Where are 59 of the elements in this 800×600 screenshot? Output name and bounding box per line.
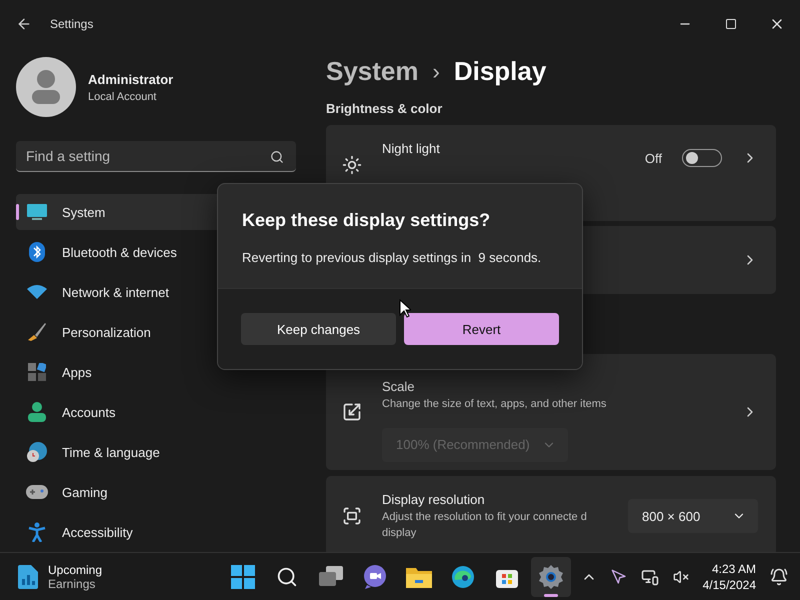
folder-icon[interactable] — [406, 566, 432, 588]
card-title: Scale — [382, 378, 416, 394]
search-icon[interactable] — [276, 566, 298, 588]
clock-date[interactable]: 4/15/2024 — [702, 578, 756, 592]
breadcrumb-parent[interactable]: System — [326, 56, 418, 87]
brightness-icon — [342, 155, 362, 175]
card-description: Adjust the resolution to fit your connecte d display — [382, 510, 588, 540]
toggle-switch[interactable] — [682, 149, 722, 167]
gamepad-icon — [26, 485, 48, 499]
task-view-icon[interactable] — [318, 566, 344, 588]
resolution-dropdown[interactable]: 800 × 600 — [628, 499, 758, 533]
taskbar-app[interactable] — [531, 556, 571, 596]
chart-widget-icon[interactable] — [18, 564, 38, 588]
person-icon — [28, 402, 46, 422]
sidebar-item[interactable]: Apps — [16, 354, 296, 390]
resolution-icon — [342, 506, 362, 526]
bluetooth-icon — [29, 242, 45, 262]
sidebar-item[interactable]: Gaming — [16, 474, 296, 510]
back-icon[interactable] — [16, 16, 32, 32]
search-field[interactable]: Find a setting — [16, 141, 296, 172]
section-heading: Brightness & color — [326, 101, 444, 116]
account-name: Administrator — [88, 72, 174, 86]
paintbrush-icon — [27, 322, 47, 342]
widget-subtitle[interactable]: Earnings — [48, 576, 102, 590]
location-icon[interactable] — [610, 568, 627, 584]
secondary-button[interactable]: Keep changes — [241, 313, 396, 345]
avatar-icon — [16, 57, 76, 117]
window-title: Settings — [50, 17, 94, 31]
clock-time[interactable]: 4:23 AM — [712, 562, 756, 576]
primary-button[interactable]: Revert — [404, 313, 559, 345]
scale-icon — [342, 402, 362, 422]
mute-icon[interactable] — [672, 568, 689, 584]
dialog-message: Reverting to previous display settings in 9 seconds. — [242, 249, 542, 267]
wifi-icon — [27, 284, 47, 300]
cursor-icon — [399, 299, 411, 318]
card-description: Change the size of text, apps, and other items — [382, 396, 608, 412]
sidebar-item[interactable]: Accessibility — [16, 514, 296, 550]
toggle-state-label: Off — [644, 150, 662, 166]
video-chat-icon[interactable] — [363, 564, 387, 588]
account-type: Local Account — [88, 90, 158, 102]
sidebar-item[interactable]: Time & language — [16, 434, 296, 470]
network-icon[interactable] — [640, 568, 659, 586]
globe-clock-icon — [27, 442, 47, 462]
widget-title[interactable]: Upcoming — [48, 562, 102, 576]
page-title: Display — [454, 56, 546, 87]
maximize-icon — [725, 18, 737, 30]
windows-logo-icon[interactable] — [231, 564, 255, 588]
sidebar-item[interactable]: Network & internet — [16, 274, 296, 310]
card-title: Display resolution — [382, 492, 486, 506]
card-title: Night light — [382, 141, 441, 156]
monitor-icon — [27, 204, 47, 220]
browser-icon[interactable] — [451, 564, 475, 588]
gear-icon[interactable] — [538, 564, 564, 590]
accessibility-icon — [28, 522, 46, 542]
sidebar-item[interactable]: Accounts — [16, 394, 296, 430]
notification-icon[interactable] — [770, 568, 788, 586]
breadcrumb-separator: › — [432, 58, 440, 84]
apps-icon — [28, 363, 46, 381]
search-icon[interactable] — [270, 150, 284, 164]
